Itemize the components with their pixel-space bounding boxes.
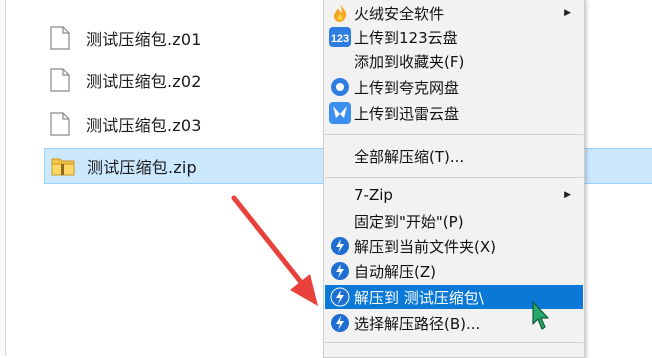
svg-text:123: 123 xyxy=(331,33,349,45)
bandizip-icon xyxy=(329,286,351,308)
blank-file-icon xyxy=(50,67,80,93)
file-name: 测试压缩包.z01 xyxy=(86,30,202,49)
bandizip-icon xyxy=(329,312,351,334)
file-name: 测试压缩包.zip xyxy=(87,158,197,177)
menu-item-auto-extract[interactable]: 自动解压(Z) xyxy=(325,259,583,283)
menu-item-label: 固定到"开始"(P) xyxy=(354,212,464,231)
menu-item-label: 选择解压路径(B)... xyxy=(354,314,481,333)
bandizip-icon xyxy=(329,235,351,257)
menu-separator xyxy=(325,177,583,178)
blank-file-icon xyxy=(50,25,80,51)
file-name: 测试压缩包.z03 xyxy=(86,116,202,135)
menu-item-label: 上传到123云盘 xyxy=(354,28,458,47)
menu-item-label: 上传到迅雷云盘 xyxy=(354,104,460,123)
123pan-icon: 123 xyxy=(329,26,351,48)
menu-item-upload-xunlei[interactable]: 上传到迅雷云盘 xyxy=(325,101,583,125)
submenu-arrow-icon: ▶ xyxy=(564,8,571,18)
submenu-arrow-icon: ▶ xyxy=(564,190,571,200)
menu-item-label: 上传到夸克网盘 xyxy=(354,78,460,97)
xunlei-icon xyxy=(329,102,351,124)
menu-item-label: 全部解压缩(T)... xyxy=(354,147,465,166)
mouse-cursor-icon xyxy=(532,301,549,330)
menu-separator xyxy=(325,342,583,343)
bandizip-icon xyxy=(329,260,351,282)
menu-item-label: 7-Zip xyxy=(354,186,393,204)
menu-item-label: 解压到 测试压缩包\ xyxy=(354,288,484,307)
quark-icon xyxy=(329,76,351,98)
huorong-flame-icon xyxy=(329,2,351,24)
menu-item-extract-here[interactable]: 解压到当前文件夹(X) xyxy=(325,234,583,258)
menu-separator xyxy=(325,134,583,135)
blank-file-icon xyxy=(50,111,80,137)
menu-item-upload-quark[interactable]: 上传到夸克网盘 xyxy=(325,75,583,99)
menu-item-7zip[interactable]: 7-Zip ▶ xyxy=(325,183,583,207)
menu-item-label: 解压到当前文件夹(X) xyxy=(354,237,496,256)
annotation-arrow xyxy=(231,195,318,306)
menu-item-extract-all[interactable]: 全部解压缩(T)... xyxy=(325,144,583,168)
menu-item-label: 火绒安全软件 xyxy=(354,4,445,23)
file-name: 测试压缩包.z02 xyxy=(86,72,202,91)
menu-item-pin-start[interactable]: 固定到"开始"(P) xyxy=(325,209,583,233)
menu-item-add-favorites[interactable]: 添加到收藏夹(F) xyxy=(325,49,583,73)
menu-item-upload-123pan[interactable]: 123 上传到123云盘 xyxy=(325,25,583,49)
zip-folder-icon xyxy=(51,153,81,179)
menu-item-label: 自动解压(Z) xyxy=(354,262,436,281)
menu-item-label: 添加到收藏夹(F) xyxy=(354,52,465,71)
menu-item-huorong[interactable]: 火绒安全软件 ▶ xyxy=(325,1,583,25)
